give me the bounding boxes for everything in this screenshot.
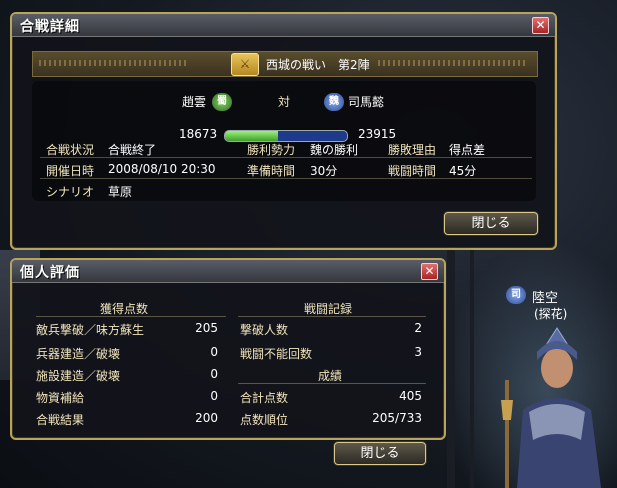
points-row-label: 敵兵撃破／味方蘇生: [36, 323, 145, 337]
character-faction-icon: 司: [506, 286, 526, 304]
winner-label: 勝利勢力: [247, 143, 296, 157]
status-value: 合戦終了: [108, 143, 157, 157]
prep-time-label: 準備時間: [247, 164, 296, 178]
points-row-label: 合戦結果: [36, 413, 85, 427]
points-row-label: 施設建造／破壊: [36, 369, 121, 383]
background-pillar: [470, 245, 474, 488]
scenario-value: 草原: [108, 185, 133, 199]
result-row-label: 点数順位: [240, 413, 289, 427]
result-row-value: 205/733: [372, 411, 422, 425]
result-row-value: 405: [399, 389, 422, 403]
header-underline: [238, 383, 426, 384]
crossed-swords-icon: ⚔: [231, 53, 259, 76]
window-title: 個人評価: [20, 265, 80, 281]
header-underline: [238, 316, 426, 317]
date-value: 2008/08/10 20:30: [108, 162, 216, 176]
side-a-score: 18673: [179, 127, 218, 141]
scenario-label: シナリオ: [46, 185, 95, 199]
battle-detail-window: 合戦詳細 ✕ ⚔ 西城の戦い 第2陣 趙雲 蜀 対 魏 司馬懿 18673 23…: [10, 12, 557, 250]
status-label: 合戦状況: [46, 143, 95, 157]
versus-label: 対: [278, 95, 291, 109]
points-row-value: 0: [210, 367, 218, 381]
record-header: 戦闘記録: [304, 302, 353, 316]
battle-name-bar: ⚔ 西城の戦い 第2陣: [32, 51, 538, 77]
close-x-button[interactable]: ✕: [421, 263, 438, 280]
points-header: 獲得点数: [100, 302, 149, 316]
points-row-label: 兵器建造／破壊: [36, 347, 121, 361]
reason-value: 得点差: [449, 143, 486, 157]
record-row-value: 3: [414, 345, 422, 359]
battle-time-value: 45分: [449, 164, 477, 178]
prep-time-value: 30分: [310, 164, 338, 178]
side-a-general: 趙雲: [182, 95, 207, 109]
close-button[interactable]: 閉じる: [334, 442, 426, 465]
row-divider: [40, 157, 532, 158]
side-b-general: 司馬懿: [348, 95, 385, 109]
decor-dots: [378, 60, 528, 66]
record-row-label: 撃破人数: [240, 323, 289, 337]
personal-evaluation-window: 個人評価 ✕ 獲得点数 戦闘記録 敵兵撃破／味方蘇生 205 兵器建造／破壊 0…: [10, 258, 446, 465]
character-avatar[interactable]: [497, 320, 617, 488]
close-button[interactable]: 閉じる: [444, 212, 538, 235]
date-label: 開催日時: [46, 164, 95, 178]
background-pillar: [447, 245, 455, 488]
personal-evaluation-titlebar[interactable]: 個人評価 ✕: [12, 260, 444, 283]
winner-value: 魏の勝利: [310, 143, 359, 157]
points-row-value: 0: [210, 389, 218, 403]
score-ratio-fill: [225, 131, 279, 141]
points-row-value: 205: [195, 321, 218, 335]
character-name: 陸空: [532, 291, 559, 306]
close-x-button[interactable]: ✕: [532, 17, 549, 34]
side-b-score: 23915: [358, 127, 397, 141]
battle-time-label: 戦闘時間: [388, 164, 437, 178]
reason-label: 勝敗理由: [388, 143, 437, 157]
battle-detail-titlebar[interactable]: 合戦詳細 ✕: [12, 14, 555, 37]
battle-name: 西城の戦い 第2陣: [266, 58, 370, 72]
record-row-value: 2: [414, 321, 422, 335]
result-row-label: 合計点数: [240, 391, 289, 405]
wei-faction-icon: 魏: [324, 93, 344, 111]
points-row-value: 0: [210, 345, 218, 359]
decor-dots: [39, 60, 189, 66]
points-row-label: 物資補給: [36, 391, 85, 405]
window-title: 合戦詳細: [20, 19, 80, 35]
header-underline: [36, 316, 226, 317]
row-divider: [40, 178, 532, 179]
shu-faction-icon: 蜀: [212, 93, 232, 111]
record-row-label: 戦闘不能回数: [240, 347, 313, 361]
result-header: 成績: [318, 369, 343, 383]
points-row-value: 200: [195, 411, 218, 425]
